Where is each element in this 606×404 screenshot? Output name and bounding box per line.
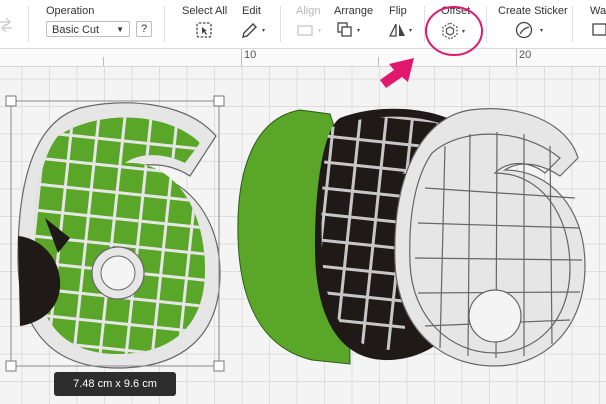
toolbar-separator [28, 6, 29, 42]
help-button[interactable]: ? [136, 21, 152, 37]
operation-label: Operation [46, 5, 95, 17]
resize-handle-bottom-left [5, 360, 17, 372]
toolbar-separator [572, 6, 573, 42]
chevron-down-icon: ▼ [116, 25, 124, 34]
flip-label: Flip [389, 5, 407, 17]
selection-size-tag: 7.48 cm x 9.6 cm [54, 372, 176, 396]
top-toolbar: Operation Basic Cut ▼ ? Select All Edit … [0, 0, 606, 49]
toolbar-separator [164, 6, 165, 42]
arrange-label: Arrange [334, 5, 374, 17]
operation-value: Basic Cut [52, 24, 100, 36]
select-all-label: Select All [182, 5, 228, 17]
arrange-icon[interactable] [336, 20, 364, 40]
resize-handle-top-right [213, 95, 225, 107]
undo-arrow-icon[interactable] [0, 14, 14, 34]
resize-handle-bottom-right [213, 360, 225, 372]
toolbar-separator [280, 6, 281, 42]
warp-icon[interactable] [592, 20, 606, 40]
edit-label: Edit [242, 5, 261, 17]
create-sticker-icon[interactable] [514, 20, 548, 40]
flip-icon[interactable] [388, 20, 416, 40]
gray-six-hole-right [468, 289, 522, 343]
design-artwork [5, 95, 586, 372]
edit-pencil-icon[interactable] [240, 20, 268, 40]
create-sticker-label: Create Sticker [498, 5, 568, 17]
select-all-icon[interactable] [194, 20, 214, 40]
align-icon[interactable] [296, 20, 326, 40]
align-label: Align [296, 5, 321, 17]
resize-handle-top-left [5, 95, 17, 107]
warp-label: Wa [590, 5, 606, 17]
operation-select[interactable]: Basic Cut ▼ [46, 21, 130, 37]
